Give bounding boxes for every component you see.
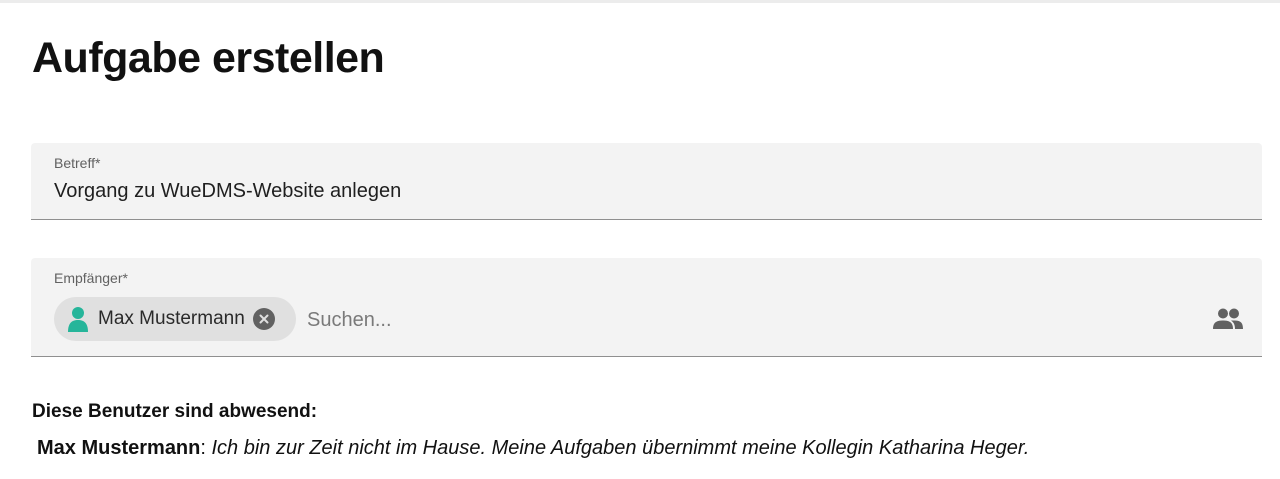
recipient-field[interactable]: Empfänger* Max Mustermann: [31, 258, 1262, 357]
people-icon[interactable]: [1212, 307, 1244, 331]
absence-heading: Diese Benutzer sind abwesend:: [32, 401, 318, 422]
recipient-search-input[interactable]: [307, 305, 1167, 335]
top-divider: [0, 0, 1280, 3]
page-title: Aufgabe erstellen: [32, 34, 385, 82]
absence-separator: :: [200, 437, 212, 459]
absence-user-name: Max Mustermann: [37, 437, 201, 459]
subject-field[interactable]: Betreff* Vorgang zu WueDMS-Website anleg…: [31, 143, 1262, 220]
person-icon: [65, 306, 91, 332]
recipient-chip[interactable]: Max Mustermann: [54, 297, 296, 341]
subject-label: Betreff*: [54, 155, 101, 171]
absence-entry: Max Mustermann: Ich bin zur Zeit nicht i…: [37, 437, 1029, 460]
subject-value[interactable]: Vorgang zu WueDMS-Website anlegen: [54, 180, 401, 203]
recipient-label: Empfänger*: [54, 270, 128, 286]
absence-message: Ich bin zur Zeit nicht im Hause. Meine A…: [211, 437, 1030, 459]
recipient-chip-label: Max Mustermann: [98, 308, 245, 329]
close-circle-icon[interactable]: [252, 308, 275, 330]
